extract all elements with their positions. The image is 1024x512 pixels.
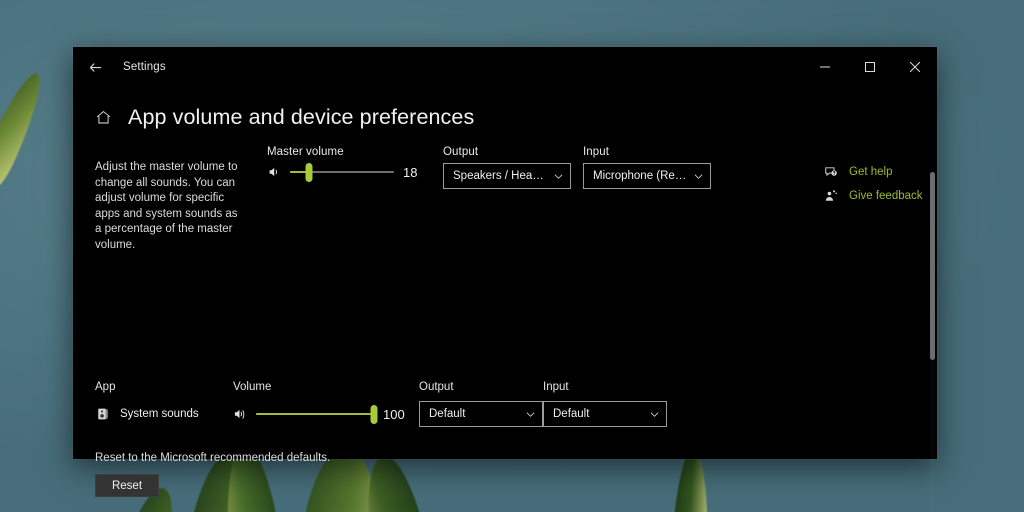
master-input-label: Input [583, 146, 610, 158]
back-button[interactable] [73, 47, 117, 87]
app-input-value: Default [553, 408, 590, 420]
app-volume-slider-row: 100 [233, 404, 417, 424]
get-help-link[interactable]: Get help [823, 164, 923, 179]
app-volume-slider[interactable] [256, 404, 378, 424]
master-volume-control: Master volume 18 [267, 146, 435, 182]
reset-button[interactable]: Reset [95, 474, 159, 497]
app-input-dropdown[interactable]: Default [543, 401, 667, 427]
master-input-dropdown[interactable]: Microphone (Realte... [583, 163, 711, 189]
give-feedback-link[interactable]: Give feedback [823, 188, 923, 203]
chevron-down-icon [694, 172, 703, 181]
app-name-cell-wrap: System sounds [95, 407, 233, 422]
title-bar: Settings [73, 47, 937, 87]
home-icon[interactable] [95, 109, 112, 126]
speaker-low-icon [267, 165, 281, 179]
window-title: Settings [123, 61, 166, 73]
page-title: App volume and device preferences [128, 105, 475, 129]
master-volume-section: Adjust the master volume to change all s… [95, 146, 937, 253]
get-help-label: Get help [849, 165, 893, 178]
app-output-dropdown[interactable]: Default [419, 401, 543, 427]
header-output: Output [419, 381, 454, 393]
window-controls [802, 47, 937, 87]
slider-fill [256, 413, 374, 415]
app-volume-control: 100 [233, 404, 417, 424]
settings-window: Settings App volume and device preferenc… [73, 47, 937, 497]
minimize-button[interactable] [802, 47, 847, 87]
system-sounds-icon [95, 407, 110, 422]
master-input-group: Input Microphone (Realte... [583, 146, 711, 189]
master-output-value: Speakers / Headpho... [453, 170, 548, 182]
scrollbar[interactable] [930, 172, 935, 512]
header-input: Input [543, 381, 569, 393]
master-output-group: Output Speakers / Headpho... [443, 146, 571, 189]
master-output-dropdown[interactable]: Speakers / Headpho... [443, 163, 571, 189]
page-header: App volume and device preferences [73, 87, 937, 130]
master-volume-slider[interactable] [290, 162, 394, 182]
header-app: App [95, 381, 116, 393]
master-description: Adjust the master volume to change all s… [95, 161, 238, 251]
chevron-down-icon [650, 410, 659, 419]
reset-section: Reset to the Microsoft recommended defau… [95, 452, 330, 497]
table-row: System sounds 100 Default Default [95, 401, 915, 427]
maximize-button[interactable] [847, 47, 892, 87]
reset-caption: Reset to the Microsoft recommended defau… [95, 452, 331, 464]
master-volume-slider-row: 18 [267, 162, 435, 182]
master-input-value: Microphone (Realte... [593, 170, 688, 182]
app-table-headers: App Volume Output Input [95, 381, 915, 393]
app-output-value: Default [429, 408, 466, 420]
master-volume-value: 18 [403, 164, 418, 180]
app-input-cell: Default [543, 401, 667, 427]
help-bubble-icon [823, 164, 838, 179]
app-name-cell[interactable]: System sounds [95, 407, 233, 422]
app-volume-value: 100 [383, 406, 405, 422]
master-output-label: Output [443, 146, 479, 158]
header-volume: Volume [233, 381, 272, 393]
scrollbar-thumb[interactable] [930, 172, 935, 360]
slider-thumb[interactable] [370, 404, 378, 424]
give-feedback-label: Give feedback [849, 189, 923, 202]
feedback-person-icon [823, 188, 838, 203]
app-output-cell: Default [419, 401, 543, 427]
desktop-background: Settings App volume and device preferenc… [0, 0, 1024, 512]
close-button[interactable] [892, 47, 937, 87]
chevron-down-icon [526, 410, 535, 419]
app-name-label: System sounds [120, 408, 199, 420]
slider-thumb[interactable] [305, 162, 313, 182]
speaker-high-icon [233, 407, 247, 421]
chevron-down-icon [554, 172, 563, 181]
help-links: Get help Give feedback [823, 164, 923, 203]
app-volume-table: App Volume Output Input System sounds 10… [95, 381, 915, 427]
settings-content: Adjust the master volume to change all s… [73, 130, 937, 497]
master-volume-label: Master volume [267, 146, 344, 158]
